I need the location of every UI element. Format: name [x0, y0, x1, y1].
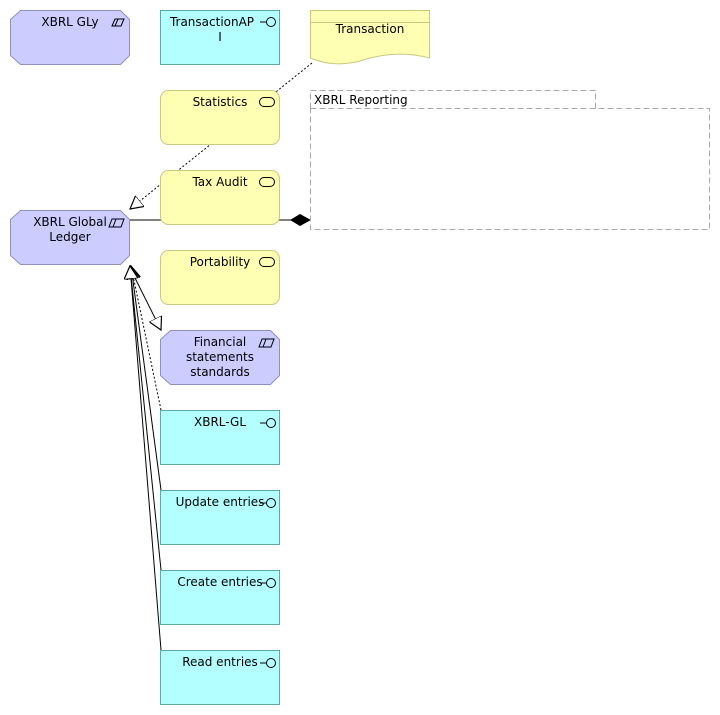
node-label: Create entries: [177, 575, 262, 589]
node-label-line-2: statements: [186, 350, 254, 364]
node-label: Portability: [190, 255, 251, 269]
node-label: Update entries: [176, 495, 265, 509]
node-label: Statistics: [193, 95, 248, 109]
node-tax-audit[interactable]: Tax Audit: [160, 170, 280, 225]
node-label: XBRL-GL: [194, 415, 246, 429]
node-read-entries[interactable]: Read entries: [160, 650, 280, 705]
node-label-line-1: Financial: [194, 335, 247, 349]
node-transaction-api[interactable]: TransactionAP I: [160, 10, 280, 65]
node-label: Read entries: [182, 655, 258, 669]
node-label: XBRL GLy: [41, 15, 98, 29]
node-label-line-2: Ledger: [49, 230, 90, 244]
edge-create-entries-to-ledger[interactable]: [130, 266, 162, 571]
node-xbrl-gl[interactable]: XBRL-GL: [160, 410, 280, 465]
node-label: Transaction: [335, 22, 405, 36]
node-update-entries[interactable]: Update entries: [160, 490, 280, 545]
node-label-line-3: standards: [190, 365, 249, 379]
group-label: XBRL Reporting: [314, 93, 408, 107]
node-portability[interactable]: Portability: [160, 250, 280, 305]
node-statistics[interactable]: Statistics: [160, 90, 280, 145]
diagram-canvas: XBRL Reporting XBRL GLy TransactionAP I …: [10, 10, 710, 705]
node-label: Tax Audit: [191, 175, 247, 189]
node-create-entries[interactable]: Create entries: [160, 570, 280, 625]
node-label-line-1: TransactionAP: [169, 15, 254, 29]
group-xbrl-reporting[interactable]: XBRL Reporting: [310, 90, 710, 230]
node-label-line-1: XBRL Global: [33, 215, 107, 229]
node-xbrl-global-ledger[interactable]: XBRL Global Ledger: [10, 210, 130, 265]
node-transaction[interactable]: Transaction: [310, 10, 430, 65]
node-xbrl-gly[interactable]: XBRL GLy: [10, 10, 130, 65]
composition-diamond: [290, 214, 311, 226]
node-label-line-2: I: [218, 30, 222, 44]
node-financial-statements-standards[interactable]: Financial statements standards: [160, 330, 280, 385]
